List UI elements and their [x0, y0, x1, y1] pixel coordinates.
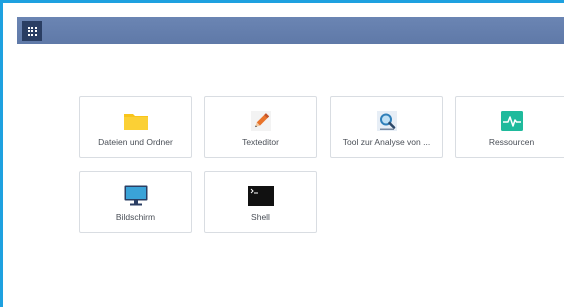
- app-frame: Dateien und Ordner Texteditor Tool zur A…: [0, 0, 564, 307]
- terminal-icon: [247, 186, 274, 206]
- apps-launcher-button[interactable]: [22, 21, 42, 41]
- app-tile-screen[interactable]: Bildschirm: [79, 171, 192, 233]
- app-tile-label: Bildschirm: [115, 212, 156, 222]
- app-tile-shell[interactable]: Shell: [204, 171, 317, 233]
- app-tile-analysis-tool[interactable]: Tool zur Analyse von ...: [330, 96, 443, 158]
- magnifier-icon: [374, 111, 400, 131]
- app-tile-label: Tool zur Analyse von ...: [342, 137, 431, 147]
- activity-monitor-icon: [499, 111, 525, 131]
- app-tile-label: Texteditor: [242, 137, 279, 147]
- pencil-icon: [248, 111, 274, 131]
- app-tile-label: Shell: [251, 212, 270, 222]
- monitor-icon: [123, 185, 149, 206]
- app-tile-label: Ressourcen: [488, 137, 535, 147]
- app-tile-label: Dateien und Ordner: [98, 137, 173, 147]
- app-tile-files[interactable]: Dateien und Ordner: [79, 96, 192, 158]
- app-tile-text-editor[interactable]: Texteditor: [204, 96, 317, 158]
- folder-icon: [123, 111, 149, 131]
- apps-grid-icon: [27, 26, 37, 36]
- top-bar: [17, 17, 564, 44]
- app-tile-resources[interactable]: Ressourcen: [455, 96, 564, 158]
